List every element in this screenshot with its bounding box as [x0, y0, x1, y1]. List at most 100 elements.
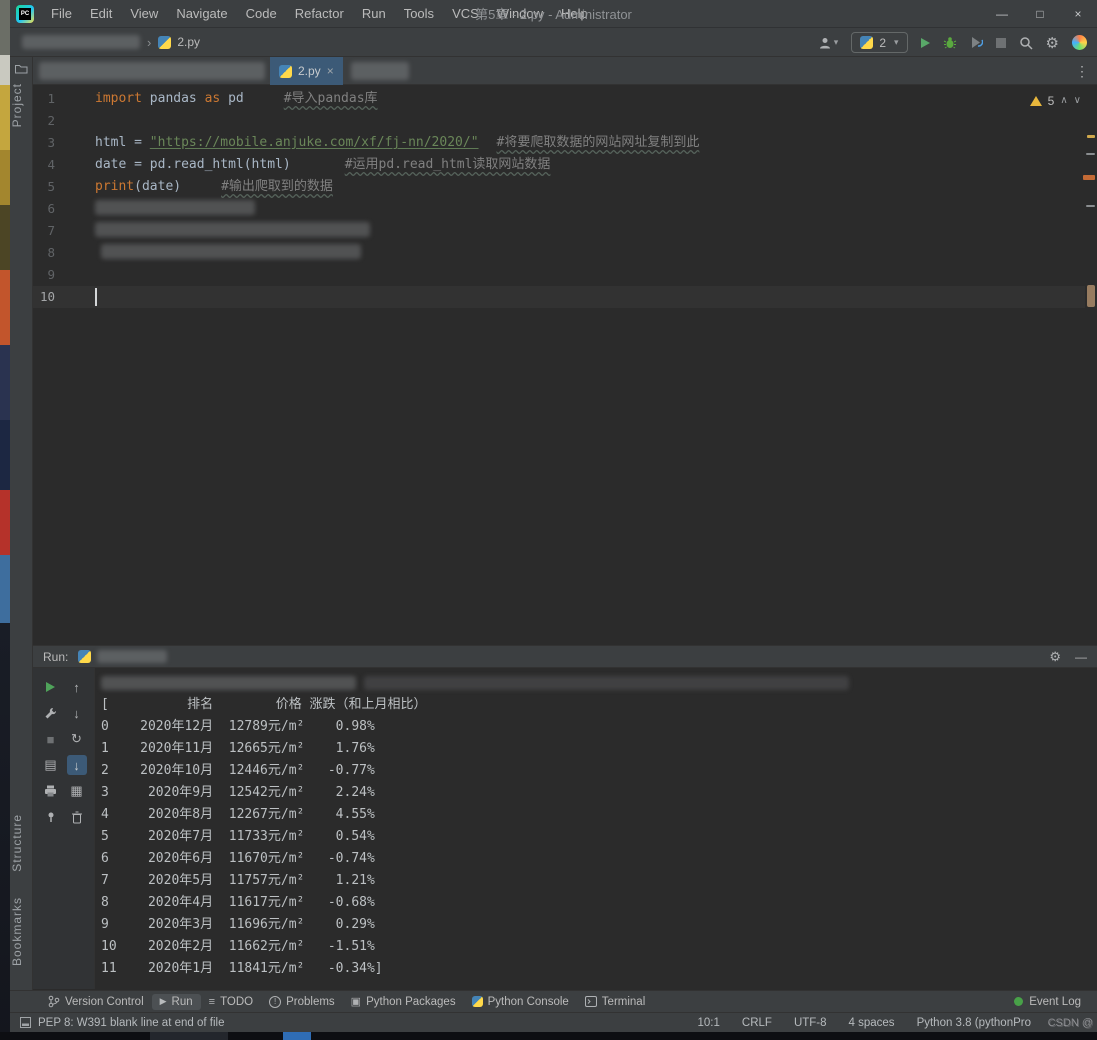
- indent-setting[interactable]: 4 spaces: [849, 1017, 895, 1029]
- chevron-up-icon[interactable]: ∧: [1060, 90, 1067, 112]
- code-area[interactable]: import pandas as pd#导入pandas库 html = "ht…: [95, 88, 1073, 308]
- console-line: 0 2020年12月 12789元/m² 0.98%: [101, 716, 1097, 738]
- menu-run[interactable]: Run: [353, 0, 395, 27]
- sidebar-item-structure[interactable]: Structure: [10, 814, 33, 872]
- toolwindow-problems[interactable]: ! Problems: [261, 994, 343, 1010]
- toolwindow-label: Terminal: [602, 996, 645, 1008]
- line-number: 8: [33, 242, 55, 264]
- down-the-stack-button[interactable]: ↓: [64, 700, 90, 726]
- tab-2py[interactable]: 2.py ×: [270, 57, 343, 85]
- pin-tab-button[interactable]: [38, 804, 64, 830]
- menu-navigate[interactable]: Navigate: [167, 0, 236, 27]
- scroll-to-end-button[interactable]: ↓: [64, 752, 90, 778]
- up-the-stack-button[interactable]: ↑: [64, 674, 90, 700]
- wrench-icon: [44, 707, 57, 720]
- caret-position[interactable]: 10:1: [698, 1017, 720, 1029]
- redacted-code: [101, 244, 361, 259]
- tool-window-bar: Version Control ▶ Run ≡ TODO ! Problems …: [10, 990, 1097, 1012]
- code-text: =: [126, 135, 149, 150]
- maximize-button[interactable]: □: [1021, 0, 1059, 28]
- sidebar-item-bookmarks[interactable]: Bookmarks: [10, 897, 33, 966]
- tab-label: 2.py: [298, 64, 321, 78]
- console-line: 9 2020年3月 11696元/m² 0.29%: [101, 914, 1097, 936]
- gutter[interactable]: 12345678910: [33, 88, 95, 308]
- run-with-coverage-button[interactable]: [970, 36, 983, 49]
- chevron-down-icon[interactable]: ∨: [1074, 90, 1081, 112]
- line-ending[interactable]: CRLF: [742, 1017, 772, 1029]
- clear-output-button[interactable]: [64, 804, 90, 830]
- hide-panel-icon[interactable]: —: [1075, 650, 1087, 664]
- string-literal-url[interactable]: "https://mobile.anjuke.com/xf/fj-nn/2020…: [150, 135, 479, 150]
- search-everywhere-button[interactable]: [1019, 36, 1033, 50]
- redacted-project-breadcrumb: [22, 35, 140, 49]
- menu-file[interactable]: File: [42, 0, 81, 27]
- minimize-button[interactable]: —: [983, 0, 1021, 28]
- stop-process-button[interactable]: ■: [38, 726, 64, 752]
- toolwindow-python-packages[interactable]: ▣ Python Packages: [343, 993, 464, 1010]
- breadcrumb-file[interactable]: 2.py: [177, 35, 200, 49]
- console-line: [ 排名 价格 涨跌（和上月相比）: [101, 694, 1097, 716]
- chevron-down-icon: ▾: [834, 37, 839, 48]
- comment: #导入pandas库: [284, 91, 378, 106]
- toolwindow-python-console[interactable]: Python Console: [464, 994, 577, 1010]
- scrollbar-mark: [1086, 153, 1095, 155]
- text-cursor: [95, 288, 97, 306]
- inspections-widget[interactable]: 5 ∧ ∨: [1030, 90, 1081, 112]
- toolwindow-label: Python Packages: [366, 996, 456, 1008]
- modify-run-config-button[interactable]: [38, 700, 64, 726]
- layout-settings-button[interactable]: ▤: [38, 752, 64, 778]
- code-text: =: [126, 157, 149, 172]
- run-icon: ▶: [160, 996, 167, 1007]
- file-encoding[interactable]: UTF-8: [794, 1017, 827, 1029]
- soft-wrap-button[interactable]: ▦: [64, 778, 90, 804]
- toolwindow-version-control[interactable]: Version Control: [40, 993, 152, 1010]
- user-account-button[interactable]: ▾: [818, 36, 839, 50]
- window-title: 第5章 - 2.py - Administrator: [475, 4, 632, 23]
- sidebar-item-project[interactable]: Project: [10, 83, 33, 127]
- menu-view[interactable]: View: [121, 0, 167, 27]
- tab-close-icon[interactable]: ×: [327, 64, 334, 78]
- run-configuration-name: 2: [879, 36, 886, 50]
- rerun-failed-button[interactable]: ↻: [64, 726, 90, 752]
- settings-button[interactable]: ⚙: [1046, 34, 1059, 52]
- toolwindow-terminal[interactable]: Terminal: [577, 994, 653, 1010]
- tool-window-toggle-icon[interactable]: [20, 1017, 31, 1028]
- redacted-tab: [351, 62, 409, 80]
- console-output: [ 排名 价格 涨跌（和上月相比）0 2020年12月 12789元/m² 0.…: [101, 694, 1097, 980]
- printer-icon: [44, 785, 57, 797]
- line-number: 7: [33, 220, 55, 242]
- more-tabs-icon[interactable]: ⋮: [1075, 57, 1089, 85]
- comment: #运用pd.read_html读取网站数据: [345, 157, 551, 172]
- print-button[interactable]: [38, 778, 64, 804]
- menu-code[interactable]: Code: [237, 0, 286, 27]
- run-settings-gear-icon[interactable]: ⚙: [1049, 649, 1061, 665]
- comment: #输出爬取到的数据: [221, 179, 333, 194]
- run-tool-window: Run: ⚙ — ↑ ↓ ■ ↻ ▤ ↓: [33, 645, 1097, 990]
- python-interpreter[interactable]: Python 3.8 (pythonPro: [917, 1017, 1031, 1029]
- menu-edit[interactable]: Edit: [81, 0, 121, 27]
- editor-scrollbar-thumb[interactable]: [1087, 285, 1095, 307]
- menu-refactor[interactable]: Refactor: [286, 0, 353, 27]
- scrollbar-warning-mark: [1087, 135, 1095, 138]
- status-message[interactable]: PEP 8: W391 blank line at end of file: [38, 1017, 224, 1029]
- gradient-circle-icon[interactable]: [1072, 35, 1087, 50]
- scroll-to-end-icon: ↓: [67, 755, 87, 775]
- redacted-run-tab-name: [97, 650, 167, 663]
- debug-button[interactable]: [943, 36, 957, 49]
- toolwindow-todo[interactable]: ≡ TODO: [201, 994, 261, 1010]
- run-configuration-select[interactable]: 2 ▾: [851, 32, 907, 53]
- keyword: import: [95, 91, 142, 106]
- menu-tools[interactable]: Tools: [395, 0, 443, 27]
- code-line: print(date)#输出爬取到的数据: [95, 176, 1073, 198]
- close-button[interactable]: ×: [1059, 0, 1097, 28]
- console-line: 5 2020年7月 11733元/m² 0.54%: [101, 826, 1097, 848]
- rerun-button[interactable]: [38, 674, 64, 700]
- run-button[interactable]: [921, 38, 930, 48]
- code-text: pandas: [142, 91, 205, 106]
- run-console[interactable]: [ 排名 价格 涨跌（和上月相比）0 2020年12月 12789元/m² 0.…: [95, 668, 1097, 989]
- stop-button[interactable]: [996, 38, 1006, 48]
- desktop-background-strip: [0, 0, 10, 1040]
- code-editor[interactable]: 12345678910 import pandas as pd#导入pandas…: [33, 85, 1097, 645]
- toolwindow-run[interactable]: ▶ Run: [152, 994, 201, 1010]
- toolwindow-event-log[interactable]: Event Log: [1014, 996, 1097, 1008]
